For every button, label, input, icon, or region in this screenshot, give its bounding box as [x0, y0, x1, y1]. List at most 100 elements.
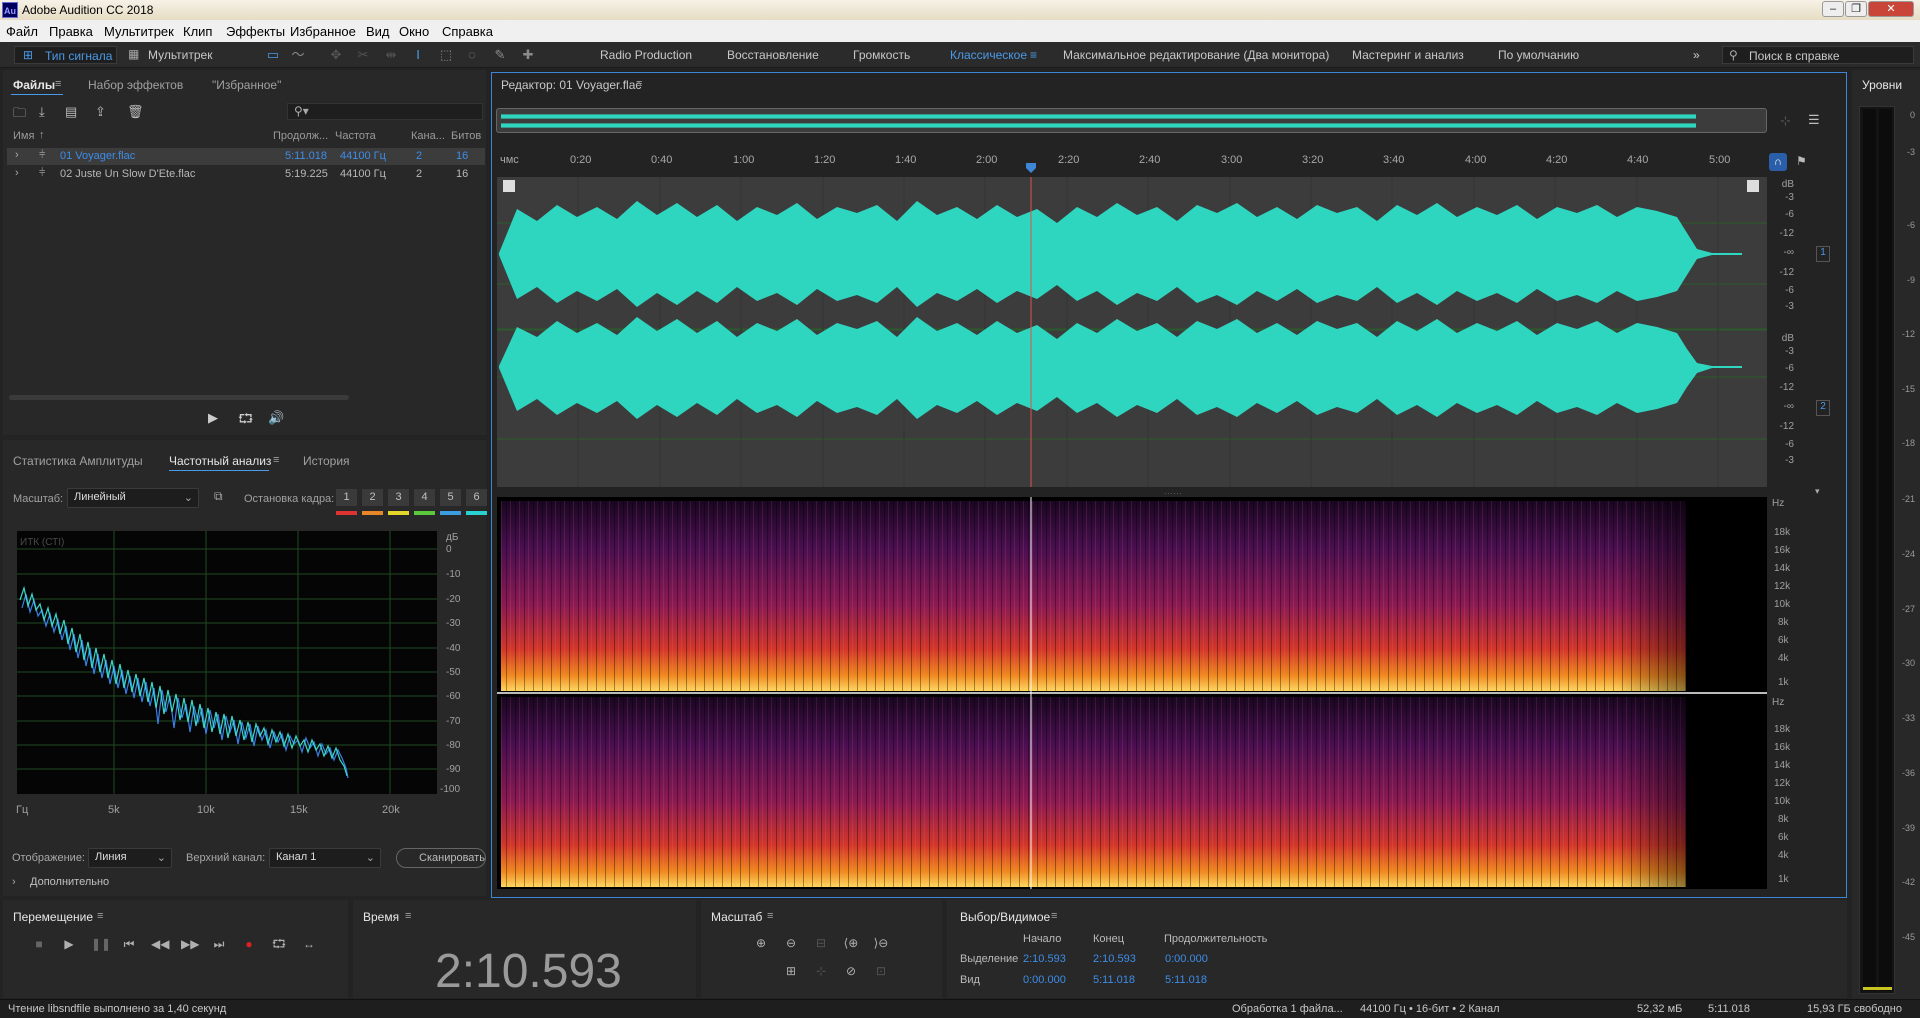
- col-header-name[interactable]: Имя: [13, 130, 34, 142]
- record-icon[interactable]: ●: [241, 936, 257, 952]
- zoom-in-time-icon[interactable]: ⟨⊕: [842, 936, 860, 952]
- snap-icon[interactable]: ∩: [1769, 153, 1787, 171]
- files-horizontal-scrollbar[interactable]: [9, 395, 349, 400]
- zoom-menu-icon[interactable]: ≡: [767, 910, 773, 922]
- go-to-end-icon[interactable]: ⏭: [211, 936, 227, 952]
- menu-view[interactable]: Вид: [366, 24, 390, 39]
- col-header-bits[interactable]: Битов: [451, 130, 481, 142]
- tab-effects-rack[interactable]: Набор эффектов: [88, 78, 183, 92]
- expand-chevron-icon[interactable]: ›: [15, 167, 19, 179]
- waveform-display[interactable]: [497, 177, 1767, 487]
- zoom-out-time-icon[interactable]: ⟩⊖: [872, 936, 890, 952]
- spectral-frequency-display[interactable]: [497, 497, 1767, 889]
- files-panel-menu-icon[interactable]: ≡: [55, 78, 61, 90]
- selection-menu-icon[interactable]: ≡: [1051, 910, 1057, 922]
- multitrack-view-button[interactable]: ▦ Мультитрек: [126, 46, 218, 64]
- zoom-selection-icon[interactable]: ⊞: [782, 964, 800, 980]
- zoom-right-edge-icon[interactable]: ⊘: [842, 964, 860, 980]
- waveform-view-button[interactable]: ⊞ Тип сигнала: [14, 46, 117, 64]
- minimize-button[interactable]: –: [1822, 1, 1844, 17]
- top-channel-select[interactable]: Канал 1 ⌄: [269, 848, 381, 868]
- more-workspaces-icon[interactable]: »: [1693, 48, 1700, 62]
- selection-duration-field[interactable]: 0:00.000: [1165, 953, 1208, 965]
- copy-to-clipboard-icon[interactable]: ⧉: [214, 489, 223, 504]
- col-header-duration[interactable]: Продолж...: [273, 130, 328, 142]
- import-file-icon[interactable]: ⤓: [39, 104, 45, 120]
- menu-favorites[interactable]: Избранное: [290, 24, 356, 39]
- menu-effects[interactable]: Эффекты: [226, 24, 285, 39]
- pause-icon[interactable]: ❚❚: [91, 936, 111, 952]
- tab-favorites[interactable]: "Избранное": [212, 78, 281, 92]
- freeze-button-3[interactable]: 3: [388, 489, 409, 506]
- freeze-button-1[interactable]: 1: [336, 489, 357, 506]
- display-select[interactable]: Линия ⌄: [88, 848, 172, 868]
- selection-start-field[interactable]: 2:10.593: [1023, 953, 1066, 965]
- channel-1-badge[interactable]: 1: [1816, 246, 1830, 262]
- loop-playback-icon[interactable]: ⮔: [271, 936, 287, 952]
- spectral-display-icon[interactable]: ▭: [265, 47, 281, 63]
- loop-preview-icon[interactable]: ⮔: [238, 410, 253, 432]
- go-to-start-icon[interactable]: ⏮: [121, 936, 137, 952]
- overview-navigator[interactable]: [496, 108, 1767, 133]
- workspace-menu-icon[interactable]: ≡: [1030, 48, 1037, 62]
- play-preview-icon[interactable]: ▶: [208, 410, 218, 426]
- col-header-channels[interactable]: Кана...: [411, 130, 445, 142]
- zoom-in-amplitude-icon[interactable]: ⊕: [752, 936, 770, 952]
- view-duration-field[interactable]: 5:11.018: [1165, 974, 1207, 986]
- skip-selection-icon[interactable]: ↔: [301, 936, 317, 952]
- tab-history[interactable]: История: [303, 454, 350, 468]
- selection-end-field[interactable]: 2:10.593: [1093, 953, 1136, 965]
- rewind-icon[interactable]: ◀◀: [151, 936, 169, 952]
- files-search-input[interactable]: ⚲▾: [287, 103, 483, 120]
- analysis-panel-menu-icon[interactable]: ≡: [273, 454, 279, 466]
- menu-clip[interactable]: Клип: [183, 24, 212, 39]
- expand-chevron-icon[interactable]: ›: [15, 149, 19, 161]
- time-menu-icon[interactable]: ≡: [405, 910, 411, 922]
- time-ruler[interactable]: [497, 150, 1767, 173]
- stop-icon[interactable]: ■: [31, 936, 47, 952]
- open-file-icon[interactable]: 🗀: [13, 104, 26, 126]
- view-start-field[interactable]: 0:00.000: [1023, 974, 1066, 986]
- new-file-icon[interactable]: ▤: [65, 104, 77, 120]
- lasso-tool-icon[interactable]: ◌: [464, 47, 480, 63]
- expand-chevron-icon[interactable]: ›: [12, 876, 16, 888]
- zoom-out-amplitude-icon[interactable]: ⊖: [782, 936, 800, 952]
- table-row[interactable]: › ⫩ 02 Juste Un Slow D'Ete.flac 5:19.225…: [7, 166, 485, 183]
- insert-file-icon[interactable]: ⇪: [95, 104, 106, 120]
- transport-menu-icon[interactable]: ≡: [97, 910, 103, 922]
- marker-icon[interactable]: ⚑: [1796, 154, 1807, 168]
- help-search-input[interactable]: ⚲ Поиск в справке: [1722, 46, 1914, 64]
- move-tool-icon[interactable]: ✥: [328, 47, 344, 63]
- workspace-radio-production[interactable]: Radio Production: [600, 48, 692, 62]
- freeze-button-2[interactable]: 2: [362, 489, 383, 506]
- overview-options-icon[interactable]: ☰: [1808, 112, 1820, 128]
- razor-tool-icon[interactable]: ✂: [355, 47, 371, 63]
- close-button[interactable]: ✕: [1868, 1, 1914, 17]
- tab-amplitude-statistics[interactable]: Статистика Амплитуды: [13, 454, 143, 468]
- workspace-restoration[interactable]: Восстановление: [727, 48, 819, 62]
- table-row[interactable]: › ⫩ 01 Voyager.flac 5:11.018 44100 Гц 2 …: [7, 148, 485, 165]
- menu-edit[interactable]: Правка: [49, 24, 93, 39]
- advanced-toggle[interactable]: Дополнительно: [30, 876, 109, 888]
- workspace-default[interactable]: По умолчанию: [1498, 48, 1579, 62]
- workspace-classic[interactable]: Классическое: [950, 48, 1027, 62]
- brush-tool-icon[interactable]: ✎: [492, 47, 508, 63]
- zoom-lock-icon[interactable]: ⊹: [1780, 113, 1791, 129]
- tab-frequency-analysis[interactable]: Частотный анализ: [169, 454, 271, 468]
- channel-2-badge[interactable]: 2: [1816, 400, 1830, 416]
- editor-menu-icon[interactable]: ≡: [636, 78, 642, 90]
- workspace-mastering[interactable]: Мастеринг и анализ: [1352, 48, 1464, 62]
- menu-file[interactable]: Файл: [6, 24, 38, 39]
- menu-help[interactable]: Справка: [442, 24, 493, 39]
- workspace-max-edit[interactable]: Максимальное редактирование (Два монитор…: [1063, 48, 1329, 62]
- freeze-button-4[interactable]: 4: [414, 489, 435, 506]
- spot-healing-icon[interactable]: ✚: [520, 47, 536, 63]
- autoplay-icon[interactable]: 🔊: [268, 410, 284, 426]
- time-selection-tool-icon[interactable]: I: [410, 47, 426, 63]
- fast-forward-icon[interactable]: ▶▶: [181, 936, 199, 952]
- view-end-field[interactable]: 5:11.018: [1093, 974, 1135, 986]
- col-header-rate[interactable]: Частота: [335, 130, 376, 142]
- scale-select[interactable]: Линейный ⌄: [67, 488, 199, 508]
- tab-files[interactable]: Файлы: [13, 78, 55, 92]
- scan-button[interactable]: Сканировать: [396, 848, 486, 868]
